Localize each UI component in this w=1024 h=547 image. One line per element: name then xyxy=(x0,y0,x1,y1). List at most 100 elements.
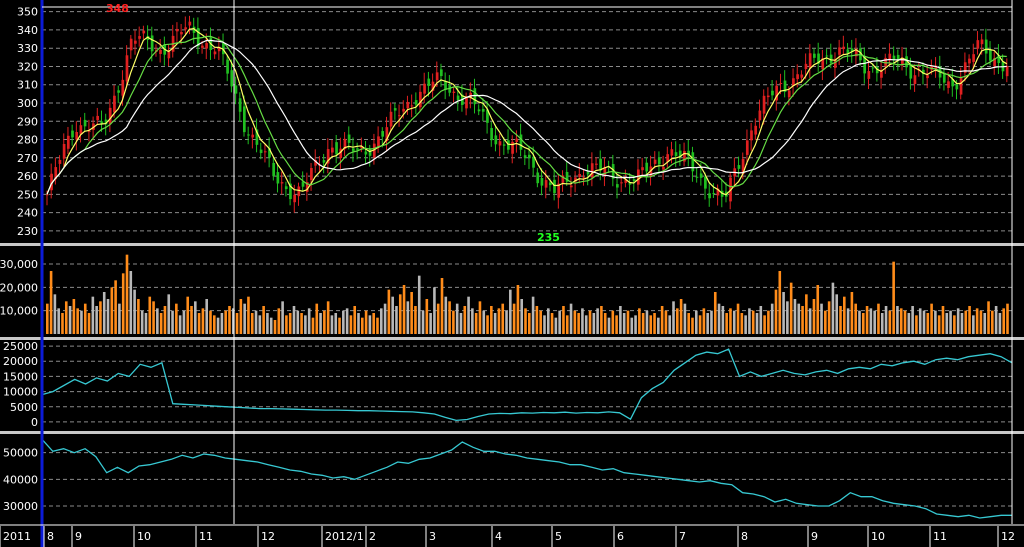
x-tick-label: 11 xyxy=(933,530,947,543)
volume-bar xyxy=(793,299,797,334)
candle-body xyxy=(234,85,238,94)
candle-body xyxy=(641,167,644,171)
volume-bar xyxy=(877,303,880,334)
volume-bar xyxy=(956,308,960,334)
volume-bar xyxy=(224,310,227,334)
candle-body xyxy=(632,179,636,182)
candle-body xyxy=(439,69,443,77)
volume-bar xyxy=(774,289,778,334)
volume-bar xyxy=(304,315,307,334)
candle-body xyxy=(347,134,351,143)
volume-bar xyxy=(186,296,190,334)
candle-body xyxy=(184,27,188,30)
candle-body xyxy=(842,46,846,50)
candle-body xyxy=(259,149,263,154)
candle-body xyxy=(481,108,485,112)
candle-body xyxy=(364,151,368,155)
y-tick-label: 280 xyxy=(17,134,38,147)
volume-bar xyxy=(482,310,486,334)
volume-bar xyxy=(61,313,64,334)
volume-bar xyxy=(892,261,895,334)
candle-body xyxy=(427,78,431,86)
volume-bar xyxy=(455,303,459,334)
candle-body xyxy=(351,148,355,152)
volume-bar xyxy=(721,306,725,334)
volume-bar xyxy=(759,306,763,334)
volume-bar xyxy=(87,313,91,334)
volume-bar xyxy=(850,292,854,334)
y-tick-label: 30000 xyxy=(3,500,38,513)
volume-bar xyxy=(858,310,861,334)
volume-bar xyxy=(972,315,975,334)
volume-bar xyxy=(528,313,531,334)
y-tick-label: 250 xyxy=(17,188,38,201)
volume-bar xyxy=(751,310,755,334)
volume-bar xyxy=(998,313,1002,334)
volume-bar xyxy=(440,278,444,334)
candle-body xyxy=(544,180,548,188)
volume-bar xyxy=(827,301,831,334)
candle-body xyxy=(813,53,816,58)
x-tick-label: 12 xyxy=(261,530,275,543)
stock-chart: 2302402502602702802903003103203303403501… xyxy=(0,0,1024,547)
volume-bar xyxy=(846,308,850,334)
volume-bar xyxy=(744,315,747,334)
candle-body xyxy=(83,119,87,127)
volume-bar xyxy=(918,308,922,334)
volume-bar xyxy=(600,306,603,334)
y-tick-label: 310 xyxy=(17,79,38,92)
candle-body xyxy=(175,29,179,32)
candle-body xyxy=(808,53,812,68)
volume-bar xyxy=(220,313,224,334)
candle-body xyxy=(276,172,280,184)
volume-bar xyxy=(444,296,448,334)
volume-bar xyxy=(854,303,857,334)
volume-bar xyxy=(945,313,949,334)
candle-body xyxy=(502,144,506,146)
candle-body xyxy=(762,95,766,114)
x-tick-label: 9 xyxy=(75,530,82,543)
volume-bar xyxy=(808,308,812,334)
volume-bar xyxy=(539,310,542,334)
volume-bar xyxy=(778,271,782,334)
y-tick-label: 15000 xyxy=(3,370,38,383)
candle-body xyxy=(125,55,129,82)
candle-body xyxy=(779,83,783,85)
volume-bar xyxy=(197,313,201,334)
volume-bar xyxy=(463,306,467,334)
volume-bar xyxy=(323,310,326,334)
volume-bar xyxy=(782,292,785,334)
candle-body xyxy=(242,106,246,133)
volume-bar xyxy=(353,306,357,334)
volume-bar xyxy=(960,313,964,334)
volume-bar xyxy=(53,294,57,334)
candle-body xyxy=(569,185,573,188)
volume-bar xyxy=(414,306,417,334)
candle-body xyxy=(377,136,380,147)
volume-bar xyxy=(820,303,823,334)
volume-bar xyxy=(497,308,501,334)
candle-body xyxy=(947,81,950,88)
candle-body xyxy=(398,115,401,117)
volume-bar xyxy=(1002,308,1006,334)
volume-bar xyxy=(653,313,656,334)
volume-bar xyxy=(558,310,561,334)
candle-body xyxy=(201,45,204,48)
volume-bar xyxy=(152,301,155,334)
candle-body xyxy=(310,168,313,181)
volume-bar xyxy=(471,308,474,334)
volume-bar xyxy=(979,310,983,334)
volume-bar xyxy=(99,301,102,334)
volume-bar xyxy=(983,313,987,334)
candle-body xyxy=(71,130,74,138)
candle-body xyxy=(410,105,414,107)
volume-bar xyxy=(376,317,379,334)
candle-body xyxy=(691,152,695,172)
volume-bar xyxy=(269,317,273,334)
candle-body xyxy=(980,39,984,45)
candle-body xyxy=(548,182,552,186)
low-annotation: 235 xyxy=(537,231,560,244)
candle-body xyxy=(113,95,116,113)
volume-bar xyxy=(106,299,110,334)
volume-bar xyxy=(349,315,353,334)
